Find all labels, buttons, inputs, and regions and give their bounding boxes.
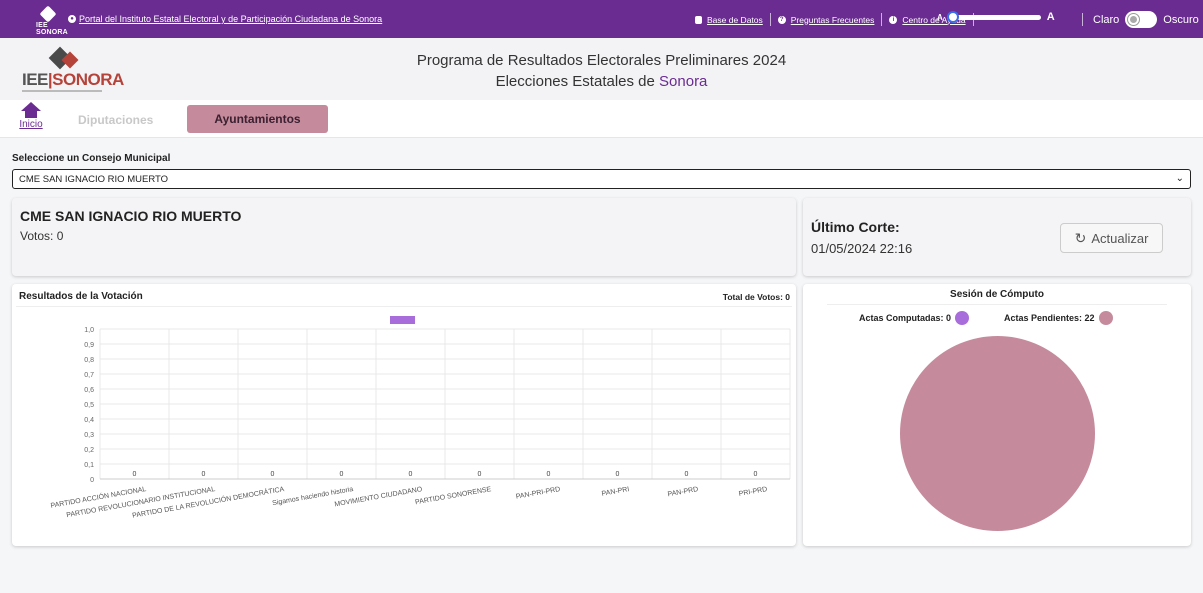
y-tick-label: 0,9 [84,342,94,349]
font-size-slider[interactable] [946,10,1041,23]
font-size-control: A A [937,10,1055,23]
title-line-1: Programa de Resultados Electorales Preli… [416,52,787,69]
bar-data-label: 0 [685,471,689,478]
link-base-datos[interactable]: Base de Datos [707,15,763,25]
bar-data-label: 0 [547,471,551,478]
title-accent: Sonora [659,73,708,90]
bar-data-label: 0 [754,471,758,478]
chevron-down-icon: ⌄ [1175,173,1184,184]
bar-data-label: 0 [202,471,206,478]
theme-light-label: Claro [1093,13,1120,26]
refresh-label: Actualizar [1091,230,1149,246]
municipio-votes: Votos: 0 [20,229,64,243]
y-tick-label: 0,8 [84,357,94,364]
home-label: Inicio [19,119,43,130]
election-nav: Inicio Diputaciones Ayuntamientos [0,100,1203,138]
refresh-button[interactable]: ↻ Actualizar [1060,223,1163,253]
theme-dark-label: Oscuro [1163,13,1199,26]
results-card: Resultados de la Votación Total de Votos… [12,284,796,546]
y-tick-label: 0,3 [84,432,94,439]
computo-pie-chart [900,336,1095,531]
y-tick-label: 0,6 [84,387,94,394]
ultimo-corte-card: Último Corte: 01/05/2024 22:16 ↻ Actuali… [803,198,1191,276]
logo-text: IEE SONORA [36,22,68,36]
y-tick-label: 0,5 [84,402,94,409]
globe-icon: ● [68,15,76,23]
bar-data-label: 0 [133,471,137,478]
legend-pendientes: Actas Pendientes: 22 [1004,311,1113,325]
bar-data-label: 0 [340,471,344,478]
computo-card: Sesión de Cómputo Actas Computadas: 0 Ac… [803,284,1191,546]
bar-data-label: 0 [409,471,413,478]
legend-computadas-swatch [955,311,970,325]
theme-toggle-knob [1128,14,1140,25]
tab-diputaciones[interactable]: Diputaciones [78,113,153,127]
refresh-icon: ↻ [1074,229,1087,246]
legend-pendientes-label: Actas Pendientes: 22 [1004,313,1095,323]
bar-data-label: 0 [616,471,620,478]
municipio-card: CME SAN IGNACIO RIO MUERTO Votos: 0 [12,198,796,276]
home-icon [21,102,41,118]
font-small-label: A [937,12,943,22]
y-tick-label: 1,0 [84,327,94,334]
tab-ayuntamientos[interactable]: Ayuntamientos [187,105,328,133]
municipio-name: CME SAN IGNACIO RIO MUERTO [20,208,242,224]
portal-link-wrap: ● Portal del Instituto Estatal Electoral… [68,14,382,24]
municipio-select[interactable]: CME SAN IGNACIO RIO MUERTO ⌄ [12,169,1191,189]
portal-link[interactable]: Portal del Instituto Estatal Electoral y… [79,14,382,24]
top-bar: IEE SONORA ● Portal del Instituto Estata… [0,0,1203,38]
top-links: Base de Datos ? Preguntas Frecuentes i C… [695,13,976,26]
results-bar-chart: 0 0,1 0,2 0,3 0,4 0,5 0,6 0,7 0,8 0,9 1,0 0 PARTIDO … [50,316,791,520]
category-label: PAN-PRI-PRD [515,486,561,501]
bar-data-label: 0 [478,471,482,478]
y-tick-label: 0,1 [84,462,94,469]
municipio-select-label: Seleccione un Consejo Municipal [12,153,171,164]
legend-swatch [390,316,415,324]
info-icon: i [889,15,898,24]
link-preguntas[interactable]: Preguntas Frecuentes [791,15,875,25]
y-tick-label: 0 [90,477,94,484]
page-title: Programa de Resultados Electorales Preli… [0,50,1203,92]
municipio-select-value: CME SAN IGNACIO RIO MUERTO [19,174,169,185]
bar-data-label: 0 [271,471,275,478]
database-icon [695,15,702,24]
category-label: PAN-PRI [601,486,630,498]
header: IEE|SONORA Programa de Resultados Electo… [0,38,1203,100]
ultimo-corte-value: 01/05/2024 22:16 [811,241,913,256]
ultimo-corte-label: Último Corte: [811,219,900,235]
theme-toggle[interactable] [1125,11,1158,28]
category-label: PARTIDO SONORENSE [415,486,493,506]
iee-logo-small[interactable]: IEE SONORA [36,5,68,36]
font-size-slider-thumb[interactable] [946,10,959,23]
font-large-label: A [1046,11,1055,23]
computo-title: Sesión de Cómputo [950,289,1044,300]
home-link[interactable]: Inicio [18,102,44,130]
y-tick-label: 0,7 [84,372,94,379]
category-label: PRI-PRD [738,486,768,498]
question-icon: ? [777,15,786,24]
legend-pendientes-swatch [1098,311,1113,325]
theme-control: Claro Oscuro [1080,11,1199,28]
legend-computadas: Actas Computadas: 0 [859,311,970,325]
y-tick-label: 0,2 [84,447,94,454]
category-label: PAN-PRD [667,486,699,498]
title-line-2: Elecciones Estatales de [495,73,660,90]
legend-computadas-label: Actas Computadas: 0 [859,313,952,323]
y-tick-label: 0,4 [84,417,94,424]
